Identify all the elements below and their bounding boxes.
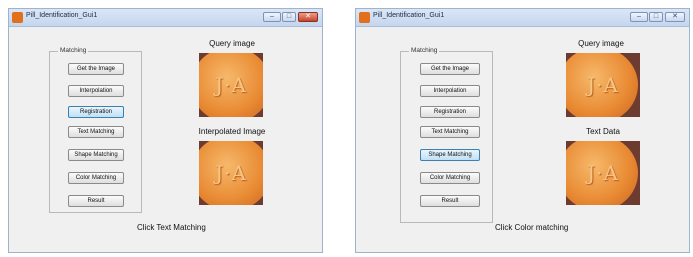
shape-matching-button[interactable]: Shape Matching [68,149,124,161]
pill-imprint: J·A [215,161,247,185]
window-title: Pill_Identification_Gui1 [26,12,98,19]
maximize-button[interactable]: □ [649,12,663,22]
query-image-caption: Query image [209,39,255,48]
get-image-button[interactable]: Get the Image [420,63,480,75]
title-bar[interactable]: Pill_Identification_Gui1 – □ ✕ [356,9,689,27]
minimize-button[interactable]: – [263,12,281,22]
interpolation-button[interactable]: Interpolation [68,85,124,97]
result-button[interactable]: Result [420,195,480,207]
query-image-caption: Query image [578,39,624,48]
query-image: J·A [199,53,263,117]
close-button[interactable]: ✕ [298,12,318,22]
registration-button[interactable]: Registration [420,106,480,118]
status-text: Click Color matching [495,223,569,232]
window-title: Pill_Identification_Gui1 [373,12,445,19]
pill-imprint: J·A [587,73,619,97]
pill-imprint: J·A [587,161,619,185]
shape-matching-button[interactable]: Shape Matching [420,149,480,161]
text-matching-button[interactable]: Text Matching [420,126,480,138]
color-matching-button[interactable]: Color Matching [68,172,124,184]
result-button[interactable]: Result [68,195,124,207]
gui-window-1: Pill_Identification_Gui1 – □ ✕ Matching … [8,8,323,253]
group-label: Matching [409,47,440,54]
status-text: Click Text Matching [137,223,206,232]
registration-button[interactable]: Registration [68,106,124,118]
close-button[interactable]: ✕ [665,12,685,22]
matlab-app-icon [359,12,370,23]
color-matching-button[interactable]: Color Matching [420,172,480,184]
minimize-button[interactable]: – [630,12,648,22]
maximize-button[interactable]: □ [282,12,296,22]
title-bar[interactable]: Pill_Identification_Gui1 – □ ✕ [9,9,322,27]
get-image-button[interactable]: Get the Image [68,63,124,75]
interpolated-image-caption: Interpolated Image [198,127,266,136]
text-data-image: J·A [566,141,640,205]
pill-imprint: J·A [215,73,247,97]
client-area: Matching Get the Image Interpolation Reg… [9,27,322,252]
query-image: J·A [566,53,640,117]
gui-window-2: Pill_Identification_Gui1 – □ ✕ Matching … [355,8,690,253]
client-area: Matching Get the Image Interpolation Reg… [356,27,689,252]
text-matching-button[interactable]: Text Matching [68,126,124,138]
matlab-app-icon [12,12,23,23]
interpolated-image: J·A [199,141,263,205]
text-data-caption: Text Data [586,127,620,136]
group-label: Matching [58,47,89,54]
interpolation-button[interactable]: Interpolation [420,85,480,97]
